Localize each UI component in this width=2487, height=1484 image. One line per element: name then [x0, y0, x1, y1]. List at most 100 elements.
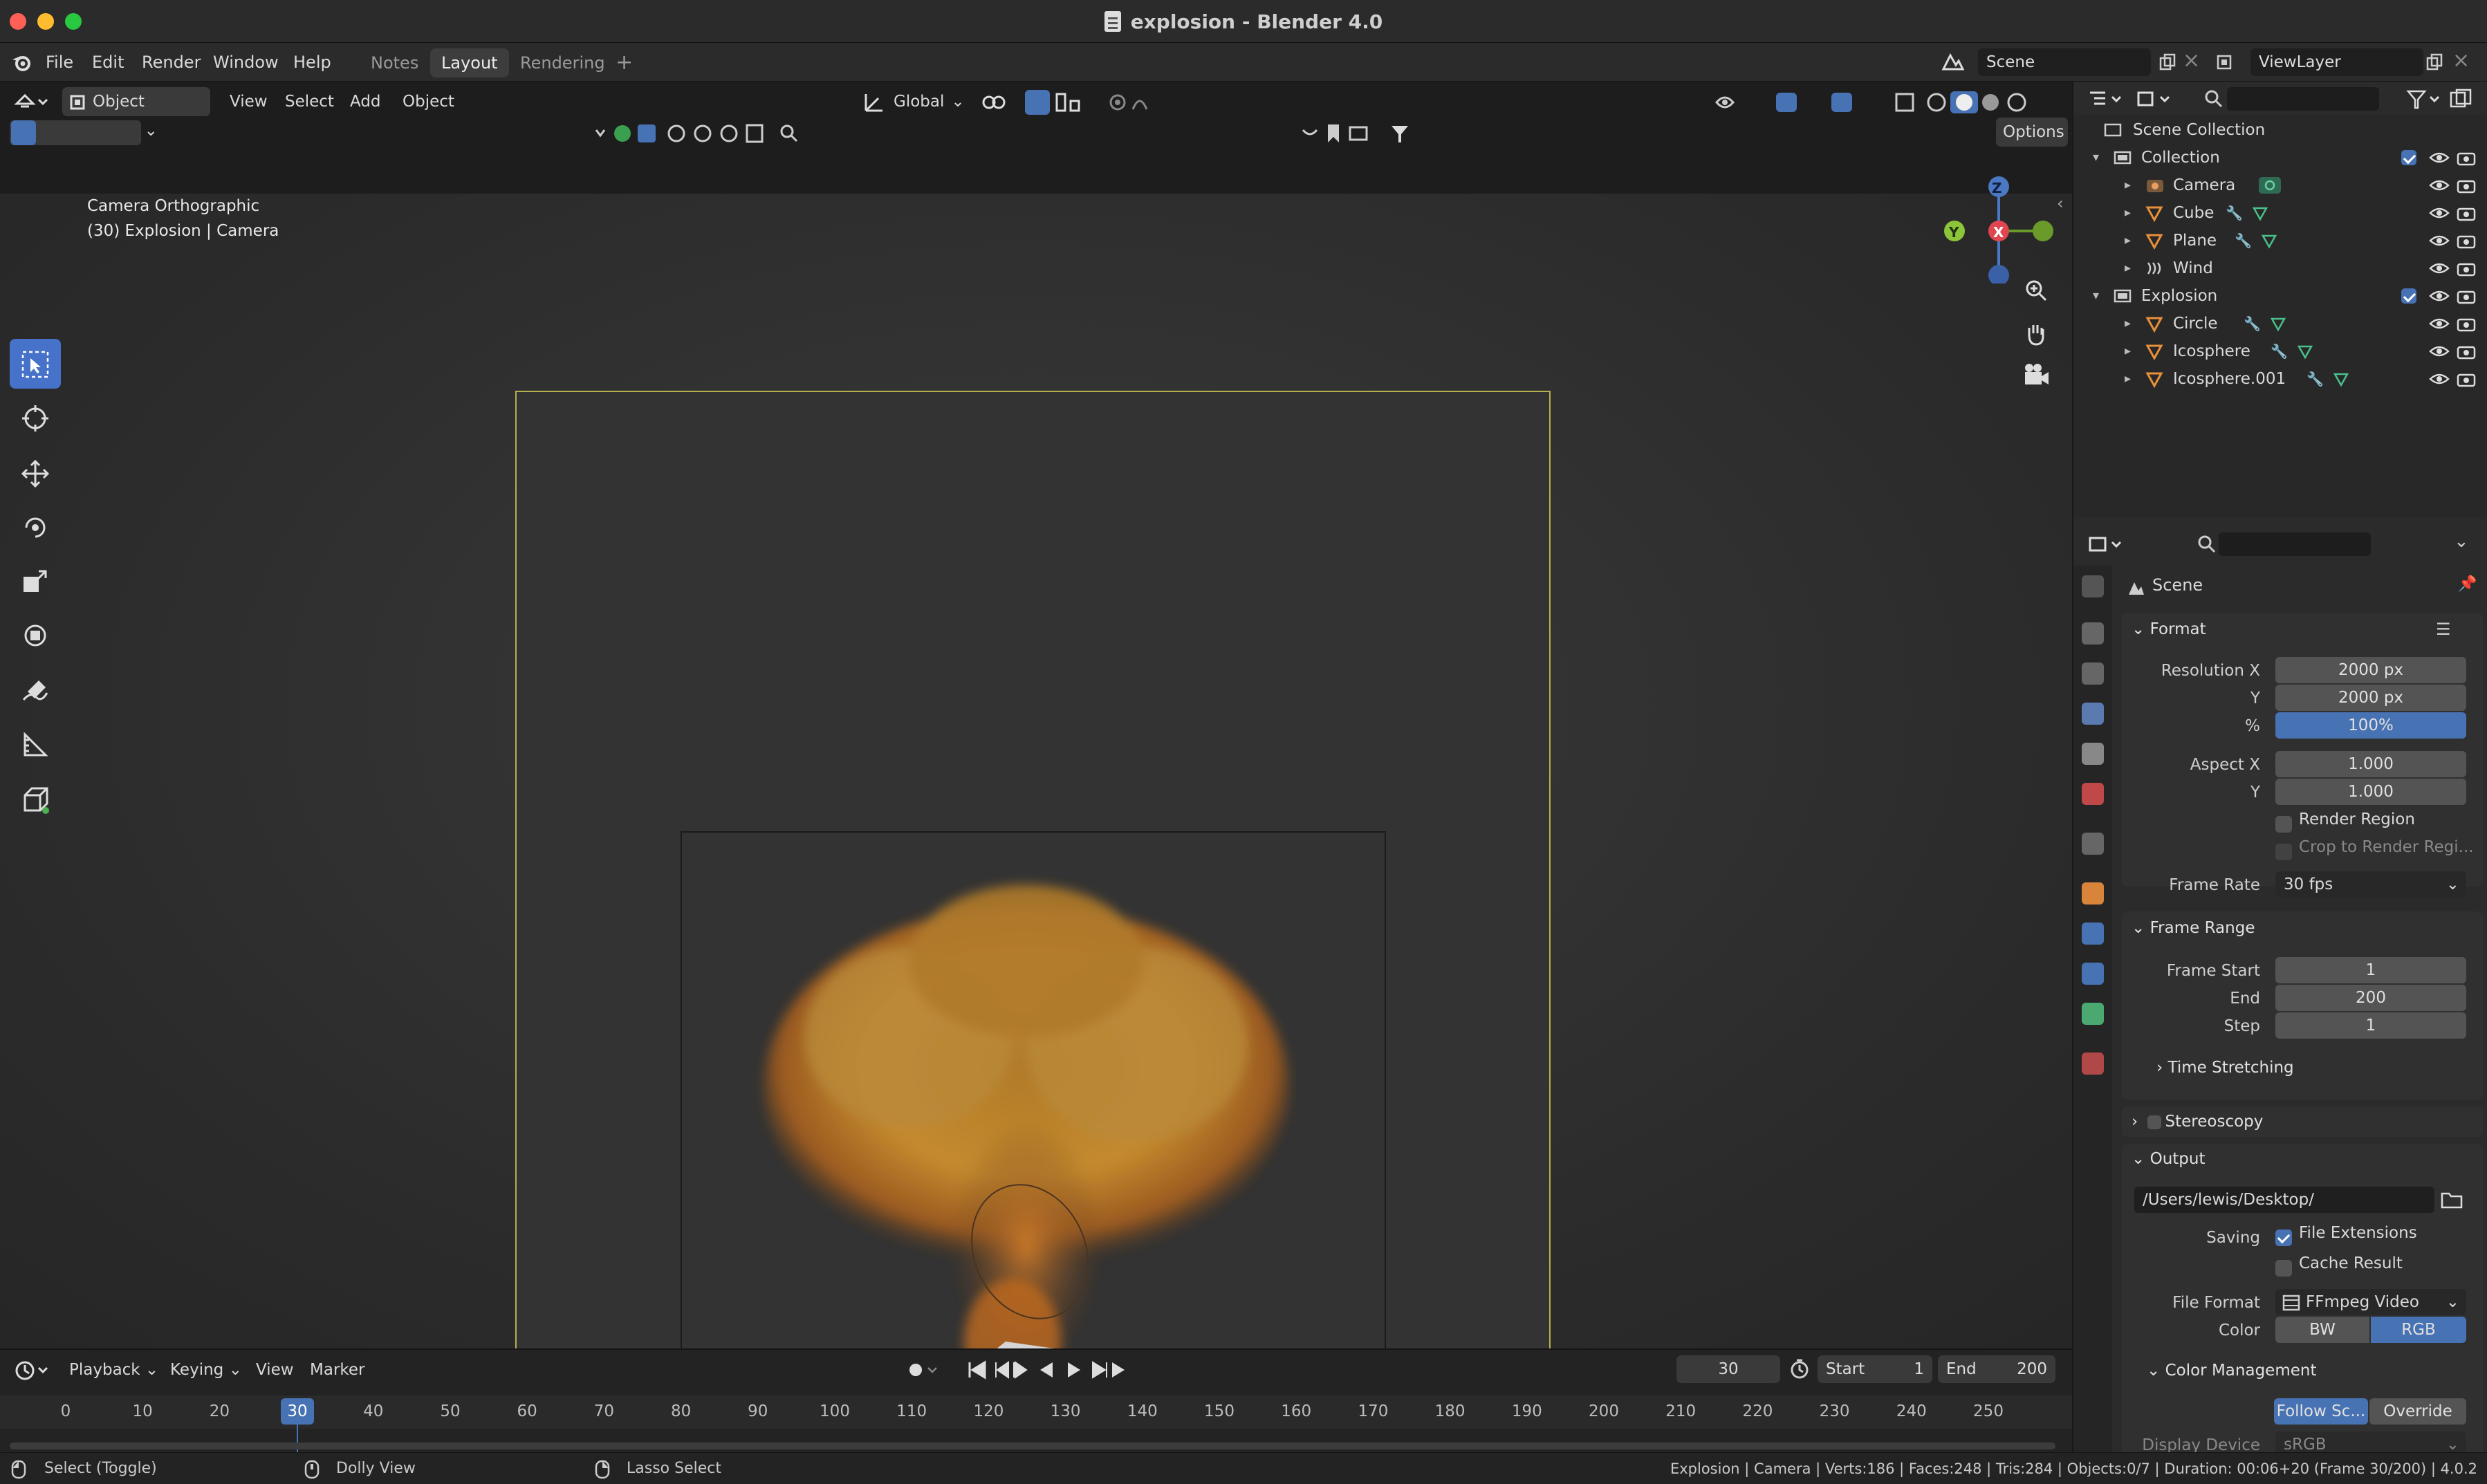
visibility-eye-icon[interactable] — [2429, 261, 2450, 275]
select-new-icon[interactable] — [11, 120, 36, 145]
visibility-eye-icon[interactable] — [2429, 289, 2450, 303]
render-camera-icon[interactable] — [2457, 177, 2476, 194]
select-intersect-icon[interactable] — [90, 120, 115, 145]
presets-icon[interactable]: ☰ — [2436, 620, 2451, 639]
new-scene-icon[interactable] — [2158, 53, 2177, 72]
visibility-eye-icon[interactable] — [2429, 206, 2450, 220]
transform-orientation-dropdown[interactable]: Global ⌄ — [887, 87, 970, 116]
format-panel-header[interactable]: ⌄ Format — [2132, 614, 2206, 644]
3d-viewport[interactable]: Camera Orthographic (30) Explosion | Cam… — [0, 176, 2072, 1434]
resolution-percent-field[interactable]: 100% — [2275, 712, 2466, 739]
render-camera-icon[interactable] — [2457, 288, 2476, 304]
transform-tool[interactable] — [10, 610, 61, 660]
properties-editor-type-icon[interactable] — [2087, 534, 2126, 555]
outliner-row-camera[interactable]: ▸ Camera — [2073, 171, 2487, 199]
outliner-filter-icons[interactable] — [2405, 89, 2481, 109]
properties-search-icon[interactable] — [2197, 534, 2217, 555]
mesh-data-icon[interactable] — [2297, 344, 2313, 360]
viewport-shading-controls[interactable] — [1712, 89, 2072, 116]
file-format-dropdown[interactable]: FFmpeg Video ⌄ — [2275, 1289, 2466, 1315]
pin-icon[interactable]: 📌 — [2458, 575, 2477, 593]
timeline-scrollbar[interactable] — [10, 1443, 2055, 1449]
outliner-row-collection[interactable]: ▾ Collection — [2073, 144, 2487, 171]
disclosure-icon[interactable]: ▸ — [2125, 365, 2131, 393]
gizmo-toggle-icons[interactable] — [1300, 122, 1439, 145]
render-region-checkbox[interactable] — [2275, 816, 2292, 833]
snap-target-icon[interactable] — [1054, 90, 1089, 115]
menu-view[interactable]: View — [223, 87, 275, 116]
mesh-data-icon[interactable] — [2333, 372, 2349, 387]
scene-selector-icon[interactable] — [1941, 51, 1966, 73]
options-dropdown[interactable]: Options⌄ — [1996, 118, 2082, 147]
disclosure-icon[interactable]: ▸ — [2125, 254, 2131, 282]
camera-data-icon[interactable] — [2257, 176, 2282, 195]
cache-result-checkbox[interactable] — [2275, 1260, 2292, 1277]
visibility-eye-icon[interactable] — [2429, 234, 2450, 248]
visibility-eye-icon[interactable] — [2429, 344, 2450, 358]
playback-controls[interactable] — [905, 1357, 1126, 1383]
constraints-tab-icon[interactable] — [2082, 963, 2104, 985]
tab-notes[interactable]: Notes — [360, 48, 429, 77]
collection-exclude-checkbox[interactable] — [2401, 288, 2416, 304]
outliner-row-circle[interactable]: ▸ Circle 🔧 — [2073, 310, 2487, 337]
file-extensions-checkbox[interactable] — [2275, 1230, 2292, 1246]
object-data-tab-icon[interactable] — [2082, 1003, 2104, 1025]
collection-exclude-checkbox[interactable] — [2401, 150, 2416, 165]
viewport-filter-icons[interactable] — [593, 122, 765, 145]
menu-window[interactable]: Window — [213, 43, 279, 82]
collection-tab-icon[interactable] — [2082, 833, 2104, 855]
physics-tab-icon[interactable] — [2082, 922, 2104, 945]
new-view-layer-icon[interactable] — [2425, 53, 2444, 72]
select-extend-icon[interactable] — [37, 120, 62, 145]
outliner-scene-collection[interactable]: Scene Collection — [2073, 116, 2487, 144]
visibility-eye-icon[interactable] — [2429, 317, 2450, 331]
rotate-tool[interactable] — [10, 502, 61, 552]
timeline-editor-type-icon[interactable] — [14, 1360, 50, 1382]
render-camera-icon[interactable] — [2457, 205, 2476, 221]
playhead-marker[interactable]: 30 — [281, 1398, 314, 1425]
snap-toggle-icon[interactable] — [1025, 90, 1050, 115]
viewport-search-icon[interactable] — [777, 122, 801, 145]
outliner-row-icosphere[interactable]: ▸ Icosphere 🔧 — [2073, 337, 2487, 365]
annotate-tool[interactable] — [10, 665, 61, 715]
add-workspace-button[interactable]: + — [604, 48, 644, 77]
display-mode-icon[interactable] — [2136, 89, 2174, 109]
delete-scene-icon[interactable]: × — [2183, 48, 2200, 73]
outliner-row-explosion[interactable]: ▾ Explosion — [2073, 282, 2487, 310]
disclosure-icon[interactable]: ▸ — [2125, 310, 2131, 337]
frame-step-field[interactable]: 1 — [2275, 1012, 2466, 1039]
collapse-sidebar-icon[interactable]: ‹ — [2057, 194, 2064, 213]
modifier-wrench-icon[interactable]: 🔧 — [2235, 227, 2252, 254]
color-management-header[interactable]: ⌄ Color Management — [2147, 1355, 2316, 1386]
menu-marker[interactable]: Marker — [303, 1355, 372, 1384]
view-layer-field[interactable]: ViewLayer — [2250, 48, 2423, 76]
tool-tab-icon[interactable] — [2082, 575, 2104, 597]
mesh-data-icon[interactable] — [2252, 206, 2268, 221]
crop-checkbox[interactable] — [2275, 844, 2292, 860]
mesh-data-icon[interactable] — [2270, 317, 2286, 332]
outliner-search-input[interactable] — [2227, 87, 2379, 111]
time-stretching-header[interactable]: › Time Stretching — [2156, 1052, 2294, 1083]
modifier-wrench-icon[interactable]: 🔧 — [2226, 199, 2243, 227]
outliner-editor-type-icon[interactable] — [2087, 89, 2126, 109]
world-tab-icon[interactable] — [2082, 783, 2104, 805]
menu-file[interactable]: File — [46, 43, 73, 82]
zoom-view-icon[interactable] — [2024, 278, 2049, 303]
output-header[interactable]: ⌄ Output — [2132, 1144, 2206, 1174]
properties-options-icon[interactable]: ⌄ — [2454, 531, 2469, 552]
add-cube-tool[interactable] — [10, 775, 61, 824]
outliner-row-wind[interactable]: ▸ Wind — [2073, 254, 2487, 282]
pan-view-icon[interactable] — [2024, 321, 2049, 346]
object-tab-icon[interactable] — [2082, 882, 2104, 905]
color-bw-button[interactable]: BW — [2275, 1317, 2369, 1343]
view-layer-icon[interactable] — [2216, 53, 2244, 72]
outliner-row-icosphere-001[interactable]: ▸ Icosphere.001 🔧 — [2073, 365, 2487, 393]
render-camera-icon[interactable] — [2457, 343, 2476, 360]
frame-range-header[interactable]: ⌄ Frame Range — [2132, 913, 2255, 943]
tab-layout[interactable]: Layout — [430, 48, 509, 77]
menu-help[interactable]: Help — [293, 43, 331, 82]
render-camera-icon[interactable] — [2457, 232, 2476, 249]
camera-view-icon[interactable] — [2022, 362, 2050, 387]
scene-name-field[interactable]: Scene — [1978, 48, 2151, 76]
stereoscopy-header[interactable]: › Stereoscopy — [2132, 1106, 2263, 1137]
